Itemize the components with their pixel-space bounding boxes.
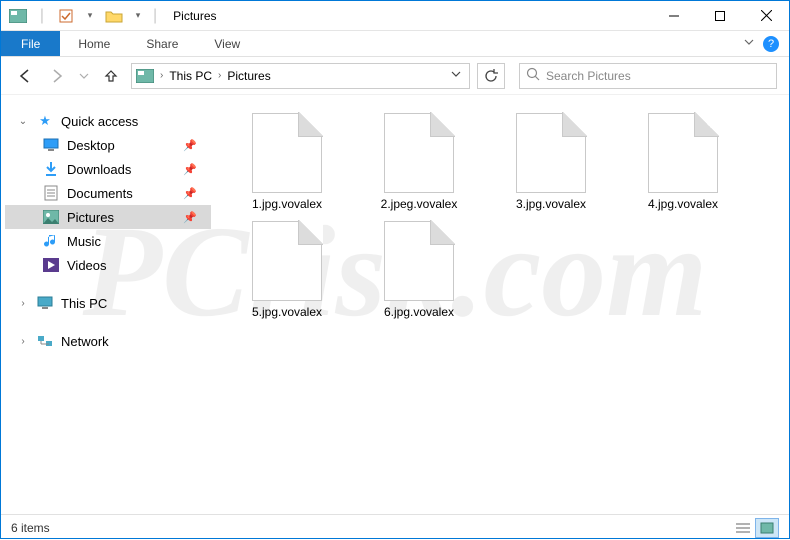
maximize-button[interactable] — [697, 1, 743, 31]
file-icon — [648, 113, 718, 193]
search-input[interactable]: Search Pictures — [519, 63, 777, 89]
downloads-icon — [43, 161, 59, 177]
sidebar-item-music[interactable]: Music — [5, 229, 211, 253]
refresh-button[interactable] — [477, 63, 505, 89]
sidebar-item-label: Desktop — [67, 138, 115, 153]
desktop-icon — [43, 137, 59, 153]
status-bar: 6 items — [1, 514, 789, 540]
ribbon: File Home Share View ? — [1, 31, 789, 57]
file-item[interactable]: 1.jpg.vovalex — [225, 113, 349, 211]
chevron-down-icon[interactable]: ⌄ — [17, 116, 29, 127]
file-icon — [516, 113, 586, 193]
sidebar-item-label: Network — [61, 334, 109, 349]
search-placeholder: Search Pictures — [546, 69, 631, 83]
pin-icon: 📌 — [183, 187, 197, 200]
body-area: PCrisk.com ⌄ ★ Quick access Desktop📌Down… — [1, 95, 789, 514]
title-separator-2: | — [151, 7, 159, 25]
navigation-pane: ⌄ ★ Quick access Desktop📌Downloads📌Docum… — [1, 95, 211, 514]
file-item[interactable]: 3.jpg.vovalex — [489, 113, 613, 211]
recent-locations-button[interactable] — [77, 64, 91, 88]
search-icon — [526, 67, 540, 84]
tab-share[interactable]: Share — [128, 31, 196, 56]
sidebar-item-label: Quick access — [61, 114, 138, 129]
music-icon — [43, 233, 59, 249]
file-icon — [252, 221, 322, 301]
navigation-bar: › This PC › Pictures Search Pictures — [1, 57, 789, 95]
file-icon — [384, 221, 454, 301]
sidebar-quick-access[interactable]: ⌄ ★ Quick access — [5, 109, 211, 133]
window-controls — [651, 1, 789, 31]
sidebar-item-label: Pictures — [67, 210, 114, 225]
pin-icon: 📌 — [183, 211, 197, 224]
sidebar-item-label: Downloads — [67, 162, 131, 177]
breadcrumb-sep-icon: › — [160, 70, 163, 81]
pin-icon: 📌 — [183, 139, 197, 152]
file-tab[interactable]: File — [1, 31, 60, 56]
file-item[interactable]: 4.jpg.vovalex — [621, 113, 745, 211]
ribbon-expand-icon[interactable] — [743, 35, 755, 53]
app-icon — [7, 5, 29, 27]
file-name: 5.jpg.vovalex — [252, 305, 322, 319]
tab-home[interactable]: Home — [60, 31, 128, 56]
breadcrumb-segment[interactable]: Pictures — [227, 69, 270, 83]
address-bar[interactable]: › This PC › Pictures — [131, 63, 470, 89]
minimize-button[interactable] — [651, 1, 697, 31]
pin-icon: 📌 — [183, 163, 197, 176]
title-bar: | ▾ ▾ | Pictures — [1, 1, 789, 31]
sidebar-item-documents[interactable]: Documents 📌 — [5, 181, 211, 205]
up-button[interactable] — [99, 64, 123, 88]
location-icon — [136, 69, 154, 83]
folder-icon — [103, 5, 125, 27]
thumbnails-view-button[interactable] — [755, 518, 779, 538]
close-button[interactable] — [743, 1, 789, 31]
file-icon — [384, 113, 454, 193]
file-item[interactable]: 5.jpg.vovalex — [225, 221, 349, 319]
file-name: 2.jpeg.vovalex — [381, 197, 458, 211]
file-name: 4.jpg.vovalex — [648, 197, 718, 211]
sidebar-item-desktop[interactable]: Desktop 📌 — [5, 133, 211, 157]
file-icon — [252, 113, 322, 193]
network-icon — [37, 333, 53, 349]
videos-icon — [43, 257, 59, 273]
qat-dropdown-icon[interactable]: ▾ — [79, 5, 101, 27]
chevron-right-icon[interactable]: › — [17, 298, 29, 309]
window-title: Pictures — [173, 9, 216, 23]
title-separator: | — [31, 5, 53, 27]
file-item[interactable]: 2.jpeg.vovalex — [357, 113, 481, 211]
sidebar-item-videos[interactable]: Videos — [5, 253, 211, 277]
pictures-icon — [43, 209, 59, 225]
star-icon: ★ — [37, 113, 53, 129]
sidebar-item-label: This PC — [61, 296, 107, 311]
documents-icon — [43, 185, 59, 201]
address-dropdown-icon[interactable] — [451, 69, 465, 82]
help-button[interactable]: ? — [763, 36, 779, 52]
sidebar-item-downloads[interactable]: Downloads 📌 — [5, 157, 211, 181]
file-pane[interactable]: 1.jpg.vovalex 2.jpeg.vovalex 3.jpg.vovalex… — [211, 95, 789, 514]
chevron-right-icon[interactable]: › — [17, 336, 29, 347]
back-button[interactable] — [13, 64, 37, 88]
file-name: 6.jpg.vovalex — [384, 305, 454, 319]
file-name: 1.jpg.vovalex — [252, 197, 322, 211]
sidebar-this-pc[interactable]: › This PC — [5, 291, 211, 315]
item-count: 6 items — [11, 521, 50, 535]
sidebar-network[interactable]: › Network — [5, 329, 211, 353]
file-name: 3.jpg.vovalex — [516, 197, 586, 211]
details-view-button[interactable] — [731, 518, 755, 538]
sidebar-item-label: Music — [67, 234, 101, 249]
breadcrumb-segment[interactable]: This PC — [169, 69, 212, 83]
tab-view[interactable]: View — [196, 31, 258, 56]
file-item[interactable]: 6.jpg.vovalex — [357, 221, 481, 319]
quick-access-toolbar: | ▾ ▾ | — [1, 5, 159, 27]
properties-button[interactable] — [55, 5, 77, 27]
sidebar-item-label: Videos — [67, 258, 107, 273]
forward-button[interactable] — [45, 64, 69, 88]
monitor-icon — [37, 295, 53, 311]
breadcrumb-sep-icon: › — [218, 70, 221, 81]
sidebar-item-label: Documents — [67, 186, 133, 201]
sidebar-item-pictures[interactable]: Pictures 📌 — [5, 205, 211, 229]
qat-customize-icon[interactable]: ▾ — [127, 5, 149, 27]
